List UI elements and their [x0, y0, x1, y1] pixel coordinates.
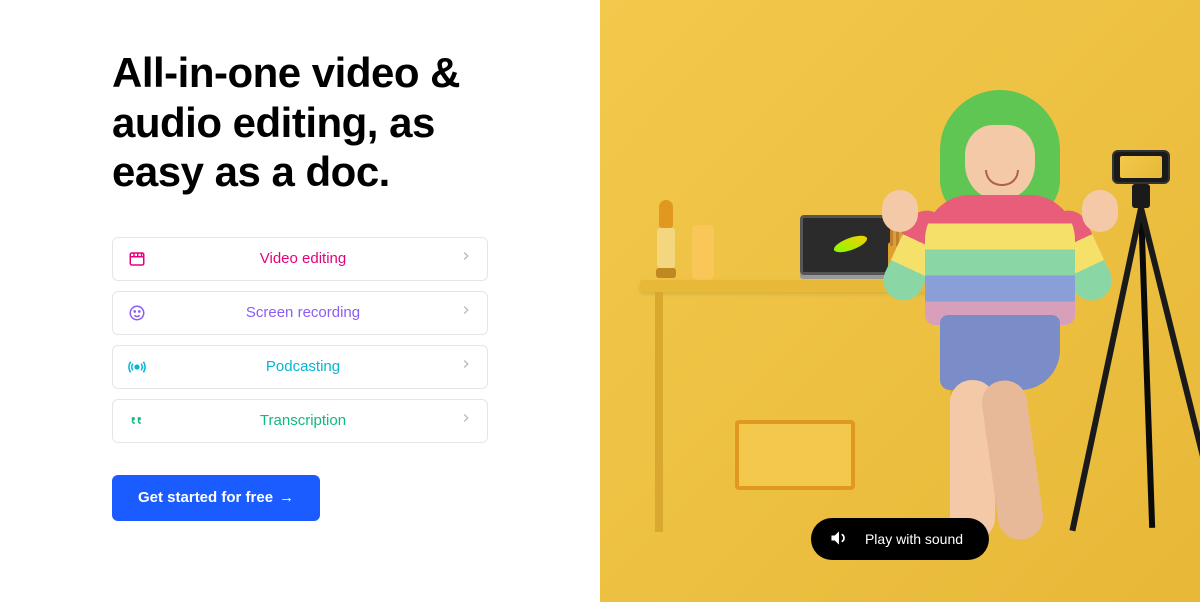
film-icon — [127, 249, 147, 269]
feature-label: Podcasting — [147, 358, 459, 375]
jar-prop — [692, 225, 714, 280]
feature-video-editing[interactable]: Video editing — [112, 237, 488, 281]
feature-transcription[interactable]: Transcription — [112, 399, 488, 443]
chevron-right-icon — [459, 411, 473, 430]
hero-video-panel: Play with sound — [600, 0, 1200, 602]
cta-label: Get started for free — [138, 489, 273, 506]
feature-label: Screen recording — [147, 304, 459, 321]
speaker-icon — [829, 528, 849, 551]
person-illustration — [890, 90, 1100, 530]
play-with-sound-button[interactable]: Play with sound — [811, 518, 989, 560]
feature-list: Video editing Screen recording — [112, 237, 488, 443]
chevron-right-icon — [459, 357, 473, 376]
sound-button-label: Play with sound — [865, 531, 963, 547]
video-preview-scene — [600, 0, 1200, 602]
desk-leg-prop — [655, 292, 663, 532]
feature-screen-recording[interactable]: Screen recording — [112, 291, 488, 335]
lava-lamp-prop — [660, 200, 672, 280]
quote-icon — [127, 411, 147, 431]
hero-headline: All-in-one video & audio editing, as eas… — [112, 48, 488, 197]
chevron-right-icon — [459, 249, 473, 268]
arrow-right-icon: → — [279, 489, 294, 506]
feature-podcasting[interactable]: Podcasting — [112, 345, 488, 389]
face-icon — [127, 303, 147, 323]
feature-label: Video editing — [147, 250, 459, 267]
chevron-right-icon — [459, 303, 473, 322]
floor-box-prop — [735, 420, 855, 490]
broadcast-icon — [127, 357, 147, 377]
feature-label: Transcription — [147, 412, 459, 429]
get-started-button[interactable]: Get started for free → — [112, 475, 320, 521]
phone-on-tripod-prop — [1112, 150, 1170, 184]
tripod-prop — [1100, 150, 1190, 550]
hero-left-panel: All-in-one video & audio editing, as eas… — [0, 0, 600, 602]
